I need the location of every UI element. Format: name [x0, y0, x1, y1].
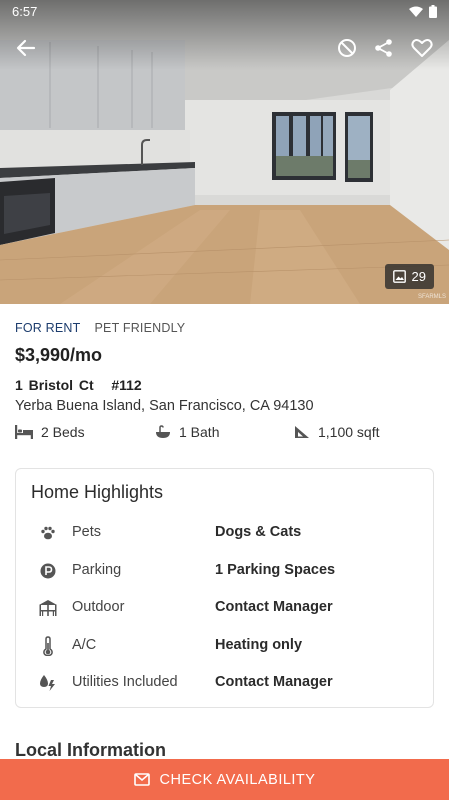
thermometer-icon: [37, 635, 59, 657]
bath-spec: 1 Bath: [155, 424, 219, 440]
highlight-row-ac: A/C Heating only: [16, 633, 433, 659]
battery-icon: [429, 5, 437, 18]
share-icon: [375, 39, 392, 57]
highlight-label: Parking: [72, 562, 122, 578]
heart-icon: [411, 39, 433, 57]
status-icons: [409, 5, 437, 18]
tag-pet-friendly: PET FRIENDLY: [94, 321, 186, 335]
arrow-back-icon: [16, 39, 36, 57]
listing-specs: 2 Beds 1 Bath 1,100 sqft: [15, 424, 435, 444]
home-highlights-title: Home Highlights: [31, 482, 164, 502]
paw-icon: [37, 522, 59, 544]
photo-watermark: SFARMLS: [417, 294, 446, 300]
outdoor-icon: [37, 597, 59, 619]
status-time: 6:57: [12, 4, 38, 19]
bed-icon: [15, 425, 33, 439]
highlight-value: Contact Manager: [215, 599, 333, 615]
wifi-icon: [409, 6, 423, 17]
highlight-label: Outdoor: [72, 599, 125, 615]
highlight-value: Contact Manager: [215, 674, 333, 690]
image-icon: [392, 270, 406, 283]
area-spec: 1,100 sqft: [294, 424, 380, 440]
tag-for-rent: FOR RENT: [15, 321, 81, 335]
beds-spec: 2 Beds: [15, 424, 85, 440]
highlight-label: A/C: [72, 637, 97, 653]
photo-count: 29: [411, 269, 426, 284]
listing-price: $3,990/mo: [15, 345, 103, 365]
highlight-label: Pets: [72, 524, 102, 540]
bathtub-icon: [156, 424, 170, 438]
highlight-row-outdoor: Outdoor Contact Manager: [16, 595, 433, 621]
utilities-icon: [37, 672, 59, 694]
bath-value: 1 Bath: [179, 424, 220, 440]
highlight-value: 1 Parking Spaces: [215, 562, 336, 578]
highlight-value: Dogs & Cats: [215, 524, 302, 540]
beds-value: 2 Beds: [41, 424, 85, 440]
mail-icon: [133, 773, 150, 786]
back-button[interactable]: [10, 32, 42, 64]
highlight-row-utilities: Utilities Included Contact Manager: [16, 670, 433, 696]
share-button[interactable]: [368, 32, 400, 64]
parking-icon: [37, 560, 59, 582]
favorite-button[interactable]: [406, 32, 438, 64]
check-availability-button[interactable]: CHECK AVAILABILITY: [0, 759, 449, 800]
block-icon: [338, 39, 356, 57]
highlight-row-pets: Pets Dogs & Cats: [16, 520, 433, 546]
home-highlights-card: Home Highlights Pets Dogs & Cats Parking…: [15, 468, 434, 708]
status-bar: 6:57: [0, 0, 449, 24]
square-footage-icon: [295, 426, 309, 438]
street-address: 1 Bristol Ct #112: [15, 377, 142, 393]
photo-count-badge[interactable]: 29: [384, 264, 434, 289]
city-address[interactable]: Yerba Buena Island, San Francisco, CA 94…: [15, 398, 314, 414]
hero-photo[interactable]: 6:57 29 SFARMLS: [0, 0, 449, 304]
highlight-label: Utilities Included: [72, 674, 178, 690]
highlight-value: Heating only: [215, 637, 303, 653]
area-value: 1,100 sqft: [318, 424, 380, 440]
highlight-row-parking: Parking 1 Parking Spaces: [16, 558, 433, 584]
hide-listing-button[interactable]: [331, 32, 363, 64]
check-availability-label: CHECK AVAILABILITY: [159, 771, 316, 788]
local-information-title: Local Information: [15, 740, 167, 760]
listing-tags: FOR RENT PET FRIENDLY: [15, 321, 185, 335]
